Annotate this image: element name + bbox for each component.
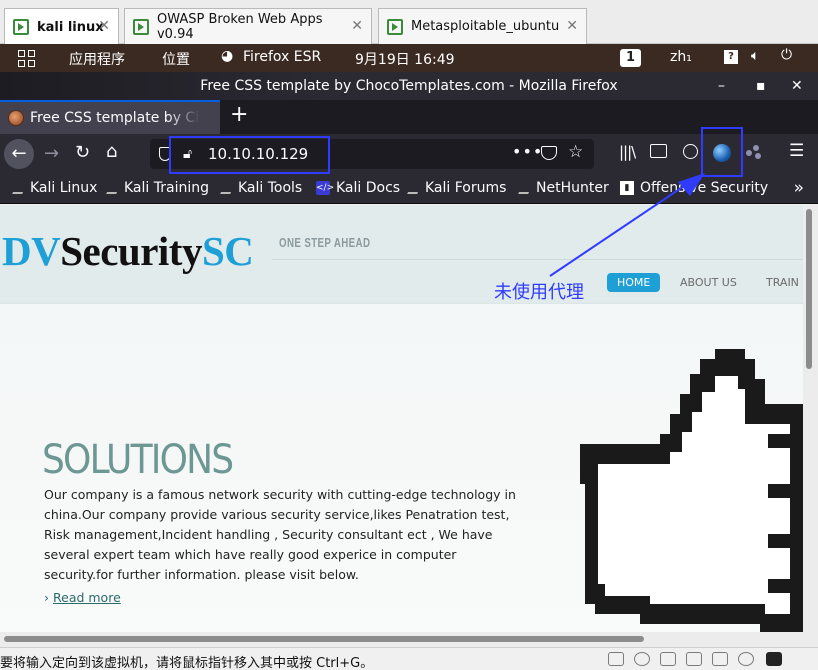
account-icon[interactable] — [683, 144, 698, 159]
usb-icon[interactable] — [686, 652, 702, 666]
site-logo[interactable]: DVSecuritySC — [2, 227, 254, 275]
annotation-label: 未使用代理 — [494, 282, 584, 303]
vm-tab-label: Metasploitable_ubuntu — [411, 19, 560, 34]
vm-tab-label: OWASP Broken Web Apps v0.94 — [156, 11, 323, 42]
close-icon[interactable]: ✕ — [351, 18, 363, 34]
browser-tab-active[interactable]: Free CSS template by ChocoTemplates.com — [0, 100, 220, 134]
site-tagline: ONE STEP AHEAD — [279, 235, 371, 250]
vertical-scrollbar[interactable] — [803, 205, 818, 632]
kali-dragon-icon — [12, 186, 26, 194]
activities-grid-icon[interactable] — [18, 50, 35, 67]
input-method-indicator[interactable]: zh₁ — [670, 49, 692, 65]
bookmark-star-icon[interactable]: ☆ — [568, 142, 583, 162]
library-icon[interactable]: |||\ — [619, 143, 636, 161]
pixel-thumb-image — [580, 349, 803, 632]
vm-icon — [133, 18, 149, 35]
page-actions-menu[interactable]: ••• — [512, 142, 543, 161]
firefox-icon: ◕ — [221, 48, 234, 64]
vm-tab-owasp[interactable]: OWASP Broken Web Apps v0.94 ✕ — [124, 8, 372, 44]
volume-icon[interactable]: 🔈︎ — [751, 48, 759, 64]
new-tab-button[interactable]: + — [230, 102, 248, 127]
close-icon[interactable]: ✕ — [98, 18, 110, 34]
home-button[interactable]: ⌂ — [106, 141, 117, 162]
sidebar-icon[interactable] — [650, 144, 667, 158]
bookmark-kali-forums[interactable]: Kali Forums — [407, 180, 507, 196]
bookmark-kali-docs[interactable]: </> Kali Docs — [316, 180, 400, 196]
solutions-text: Our company is a famous network security… — [44, 487, 516, 582]
annotation-arrow — [549, 173, 705, 277]
nav-train[interactable]: TRAIN — [766, 276, 799, 289]
window-title: Free CSS template by ChocoTemplates.com … — [200, 78, 618, 94]
bookmark-kali-linux[interactable]: Kali Linux — [12, 180, 98, 196]
network-icon[interactable] — [660, 652, 676, 666]
logo-sc: SC — [201, 228, 254, 274]
power-icon[interactable]: ⏻ — [781, 47, 792, 63]
firefox-app-menu[interactable]: Firefox ESR — [243, 49, 321, 65]
read-more-link[interactable]: Read more — [44, 590, 121, 605]
vm-tab-metasploitable[interactable]: Metasploitable_ubuntu ✕ — [378, 8, 587, 44]
minimize-button[interactable]: – — [718, 72, 725, 100]
nethunter-icon — [518, 186, 532, 194]
sound-icon[interactable] — [712, 652, 728, 666]
solutions-heading: SOLUTIONS — [42, 437, 234, 483]
places-menu[interactable]: 位置 — [162, 49, 190, 69]
clock[interactable]: 9月19日 16:49 — [355, 49, 455, 69]
vm-status-bar: 要将输入定向到该虚拟机，请将鼠标指针移入其中或按 Ctrl+G。 — [0, 647, 818, 670]
browser-tab-strip: Free CSS template by ChocoTemplates.com … — [0, 100, 818, 134]
kali-dragon-icon — [106, 186, 120, 194]
bookmark-label: Kali Tools — [238, 180, 303, 196]
back-button[interactable]: ← — [4, 139, 34, 169]
close-window-button[interactable]: ✕ — [791, 72, 803, 100]
status-message: 要将输入定向到该虚拟机，请将鼠标指针移入其中或按 Ctrl+G。 — [0, 656, 374, 670]
horizontal-scrollbar[interactable] — [0, 632, 818, 647]
bookmark-kali-training[interactable]: Kali Training — [106, 180, 209, 196]
kali-docs-icon: </> — [316, 181, 335, 195]
extension-icon[interactable] — [746, 145, 764, 161]
kali-dragon-icon — [220, 186, 234, 194]
vm-tab-kali[interactable]: kali linux ✕ — [4, 8, 119, 45]
bookmark-label: Kali Linux — [30, 180, 98, 196]
reload-button[interactable]: ↻ — [75, 142, 90, 163]
annotation-url-box — [169, 136, 330, 174]
bookmark-kali-tools[interactable]: Kali Tools — [220, 180, 303, 196]
fullscreen-icon[interactable] — [766, 652, 782, 666]
close-icon[interactable]: ✕ — [566, 18, 578, 34]
logo-security: Security — [60, 228, 202, 274]
logo-dv: DV — [2, 228, 61, 274]
bookmark-label: Kali Training — [124, 180, 209, 196]
kali-dragon-icon — [407, 186, 421, 194]
vertical-scroll-thumb[interactable] — [806, 209, 812, 369]
forward-button[interactable]: → — [44, 143, 59, 164]
gnome-top-bar: 应用程序 位置 ◕ Firefox ESR 9月19日 16:49 1 zh₁ … — [0, 44, 818, 72]
navigation-toolbar: ← → ↻ ⌂ 🔓︎ 10.10.10.129 ••• ☆ |||\ ☰ — [0, 134, 818, 174]
favicon-icon — [8, 110, 24, 126]
help-icon[interactable]: ? — [724, 50, 738, 64]
vm-tab-bar: kali linux ✕ OWASP Broken Web Apps v0.94… — [0, 0, 818, 45]
header-divider — [272, 259, 803, 260]
vm-icon — [387, 18, 403, 35]
hamburger-menu-icon[interactable]: ☰ — [789, 141, 804, 161]
bookmark-label: Kali Forums — [425, 180, 507, 196]
maximize-button[interactable]: ▪ — [756, 72, 766, 100]
cd-drive-icon[interactable] — [634, 652, 650, 666]
hard-disk-icon[interactable] — [608, 652, 624, 666]
display-icon[interactable] — [738, 652, 754, 666]
horizontal-scroll-thumb[interactable] — [4, 636, 644, 642]
applications-menu[interactable]: 应用程序 — [69, 49, 125, 69]
vm-tab-label: kali linux — [37, 19, 104, 35]
browser-tab-label: Free CSS template by ChocoTemplates.com — [30, 110, 200, 126]
bookmarks-overflow-chevron-icon[interactable]: » — [794, 178, 804, 198]
pocket-icon[interactable] — [541, 146, 557, 160]
workspace-indicator[interactable]: 1 — [620, 49, 642, 67]
window-title-bar: Free CSS template by ChocoTemplates.com … — [0, 72, 818, 100]
bookmark-label: Kali Docs — [336, 180, 401, 196]
vm-icon — [13, 19, 29, 35]
